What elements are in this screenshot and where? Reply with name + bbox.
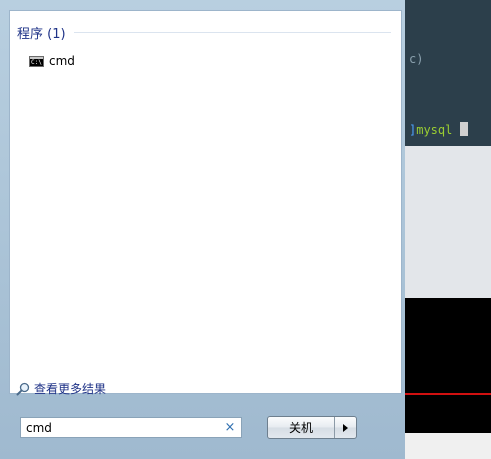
start-search-box: × — [20, 417, 242, 438]
terminal-prompt-text: mysql — [416, 123, 453, 137]
section-divider — [73, 31, 391, 33]
shutdown-button-group: 关机 — [267, 416, 357, 439]
programs-section-title: 程序 (1) — [17, 26, 66, 42]
terminal-cursor — [460, 122, 469, 136]
see-more-results-label: 查看更多结果 — [34, 382, 107, 396]
background-light-strip — [405, 433, 491, 459]
terminal-text-fragment: c) — [409, 52, 424, 66]
start-menu: 程序 (1) C:\ cmd 查看更多结果 × 关机 — [0, 0, 405, 459]
clear-search-icon[interactable]: × — [223, 420, 237, 435]
result-item-cmd[interactable]: C:\ cmd — [29, 52, 75, 70]
programs-section-header: 程序 (1) — [17, 24, 391, 42]
search-input[interactable] — [21, 418, 223, 437]
shutdown-options-button[interactable] — [335, 417, 356, 438]
result-item-label: cmd — [49, 54, 75, 68]
background-window-panel — [405, 146, 491, 298]
shutdown-button[interactable]: 关机 — [268, 417, 335, 438]
background-red-line — [405, 393, 491, 395]
terminal-prompt: ]mysql — [409, 122, 469, 137]
see-more-results-link[interactable]: 查看更多结果 — [16, 380, 106, 397]
arrow-right-icon — [343, 423, 348, 432]
cmd-icon: C:\ — [29, 55, 44, 67]
background-terminal-window: c) ]mysql — [405, 0, 491, 146]
background-black-panel — [405, 298, 491, 433]
search-results-panel: 程序 (1) C:\ cmd — [9, 10, 402, 394]
search-icon — [16, 382, 30, 395]
